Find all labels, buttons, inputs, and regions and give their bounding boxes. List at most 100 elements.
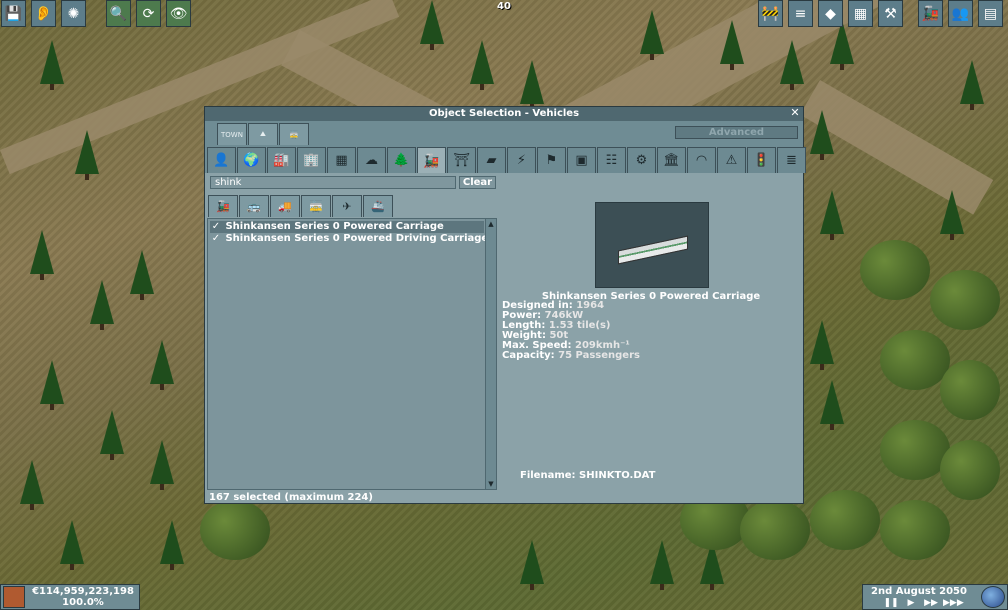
terrain-icon: ⛰ [260, 130, 266, 138]
tab-vehicles[interactable]: 🚋 [279, 123, 309, 145]
tree [20, 460, 44, 510]
road-button[interactable]: ≡ [788, 0, 813, 27]
station-button[interactable]: ▦ [848, 0, 873, 27]
window-titlebar[interactable]: Object Selection - Vehicles ✕ [205, 107, 803, 121]
tab-tram[interactable]: 🚋 [301, 195, 331, 217]
bush [880, 330, 950, 390]
scrollbar[interactable]: ▲ ▼ [485, 219, 496, 489]
traffic-lights-icon: 🚦 [753, 153, 770, 168]
tab-crossing[interactable]: ⚠ [717, 147, 746, 173]
road-icon: ≡ [794, 5, 807, 22]
tab-bus[interactable]: 🚌 [239, 195, 269, 217]
tab-building[interactable]: 🏢 [297, 147, 326, 173]
save-button[interactable]: 💾 [1, 0, 26, 27]
vehicle-stats: Designed in: 1964 Power: 746kW Length: 1… [502, 301, 640, 361]
terraform-icon: ◆ [825, 5, 836, 22]
station-icon: ▦ [853, 5, 868, 22]
build-button[interactable]: ⚒ [878, 0, 903, 27]
checkbox-checked[interactable]: ✓ [210, 221, 222, 233]
date-panel: 2nd August 2050 ❚❚ ▶ ▶▶ ▶▶▶ [862, 584, 1008, 610]
faster-speed-button[interactable]: ▶▶▶ [943, 598, 964, 608]
tab-ship[interactable]: 🚢 [363, 195, 393, 217]
vehicle-list[interactable]: ✓ Shinkansen Series 0 Powered Carriage ✓… [207, 218, 497, 490]
window-title: Object Selection - Vehicles [428, 108, 580, 119]
tab-aircraft[interactable]: ✈ [332, 195, 362, 217]
tab-globe[interactable]: 🌍 [237, 147, 266, 173]
fast-speed-button[interactable]: ▶▶ [923, 598, 939, 608]
scroll-up-icon[interactable]: ▲ [486, 219, 496, 229]
tab-depot[interactable]: 🏛 [657, 147, 686, 173]
tab-industry[interactable]: 🏭 [267, 147, 296, 173]
tab-rails[interactable]: ☷ [597, 147, 626, 173]
scroll-down-icon[interactable]: ▼ [486, 479, 496, 489]
tree [90, 280, 114, 330]
rotate-icon: ⟳ [142, 5, 155, 22]
tab-truck[interactable]: 🚚 [270, 195, 300, 217]
avatar[interactable] [3, 586, 25, 608]
search-input[interactable] [210, 176, 456, 189]
bus-icon: 🚌 [247, 200, 261, 213]
terraform-button[interactable]: ◆ [818, 0, 843, 27]
cargo-icon: ▣ [575, 153, 588, 168]
tab-gear[interactable]: ⚙ [627, 147, 656, 173]
globe-icon[interactable] [981, 586, 1005, 608]
tab-signal[interactable]: ⛩ [447, 147, 476, 173]
tree [780, 40, 804, 90]
track-icon: ▰ [486, 153, 497, 168]
close-button[interactable]: ✕ [789, 107, 801, 119]
tree [820, 190, 844, 240]
people-button[interactable]: 👥 [948, 0, 973, 27]
tree [650, 540, 674, 590]
tree [130, 250, 154, 300]
tab-steam[interactable]: 🚂 [208, 195, 238, 217]
tree [150, 440, 174, 490]
pause-button[interactable]: ❚❚ [883, 598, 899, 608]
list-item[interactable]: ✓ Shinkansen Series 0 Powered Carriage [210, 221, 484, 233]
stat-capacity: Capacity: 75 Passengers [502, 350, 640, 361]
tree [30, 230, 54, 280]
tree [520, 60, 544, 110]
list-item[interactable]: ✓ Shinkansen Series 0 Powered Driving Ca… [210, 233, 488, 245]
finance-panel[interactable]: €114,959,223,198 100.0% [0, 584, 140, 610]
bush [880, 500, 950, 560]
view-button[interactable]: 👁 [166, 0, 191, 27]
tab-cargo[interactable]: ▣ [567, 147, 596, 173]
tab-terrain[interactable]: ⛰ [248, 123, 278, 145]
clear-button[interactable]: Clear [459, 176, 496, 189]
tab-train[interactable]: 🚂 [417, 147, 446, 174]
tree [40, 40, 64, 90]
filename-value: SHINKTO.DAT [579, 470, 656, 481]
tab-track[interactable]: ▰ [477, 147, 506, 173]
stats-button[interactable]: ▤ [978, 0, 1003, 27]
tab-road[interactable]: ≣ [777, 147, 806, 173]
signal-icon: ⛩ [453, 153, 470, 168]
tab-bridge[interactable]: ⚡ [507, 147, 536, 173]
tab-wall[interactable]: ▦ [327, 147, 356, 173]
view-icon: 👁 [169, 5, 188, 22]
normal-speed-button[interactable]: ▶ [903, 598, 919, 608]
advanced-button[interactable]: Advanced [675, 126, 798, 139]
zoom-button[interactable]: 🔍 [106, 0, 131, 27]
checkbox-checked[interactable]: ✓ [210, 233, 222, 245]
tab-road-station[interactable]: ⚑ [537, 147, 566, 173]
vehicle-preview [595, 202, 709, 288]
bush [740, 500, 810, 560]
options-button[interactable]: ✺ [61, 0, 86, 27]
vehicles-button[interactable]: 🚂 [918, 0, 943, 27]
people-icon: 👥 [951, 5, 970, 22]
person-icon: 👤 [213, 153, 230, 168]
tab-traffic-lights[interactable]: 🚦 [747, 147, 776, 173]
tree [940, 190, 964, 240]
build-icon: ⚒ [884, 5, 897, 22]
tab-tunnel[interactable]: ◠ [687, 147, 716, 173]
building-icon: 🏢 [303, 153, 320, 168]
audio-button[interactable]: 👂 [31, 0, 56, 27]
railroad-button[interactable]: 🚧 [758, 0, 783, 27]
rotate-button[interactable]: ⟳ [136, 0, 161, 27]
tab-weather[interactable]: ☁ [357, 147, 386, 173]
tab-trees[interactable]: 🌲 [387, 147, 416, 173]
railroad-icon: 🚧 [761, 5, 780, 22]
ship-icon: 🚢 [371, 200, 385, 213]
tab-person[interactable]: 👤 [207, 147, 236, 173]
tab-town[interactable]: TOWN [217, 123, 247, 145]
